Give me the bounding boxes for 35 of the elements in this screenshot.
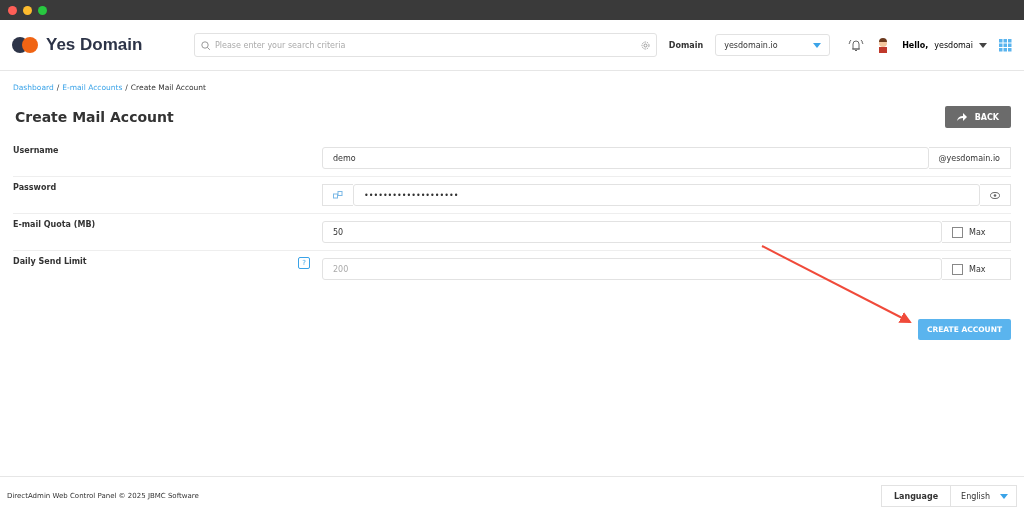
field-label: Username	[13, 146, 59, 155]
language-label: Language	[880, 485, 952, 507]
close-button[interactable]	[8, 5, 17, 15]
domain-label: Domain	[668, 40, 704, 50]
maximize-button[interactable]	[38, 5, 47, 15]
search-icon	[201, 40, 210, 50]
logo-icon	[12, 37, 38, 53]
apps-grid-icon[interactable]	[999, 38, 1012, 52]
brand-name: Yes Domain	[46, 35, 143, 55]
bell-icon[interactable]	[848, 38, 865, 52]
eye-icon	[990, 191, 1000, 199]
key-icon	[333, 191, 343, 199]
domain-select[interactable]: yesdomain.io	[715, 34, 831, 56]
field-label: E-mail Quota (MB)	[13, 220, 96, 229]
input-field[interactable]: 200	[322, 258, 942, 280]
user-menu[interactable]: Hello, yesdomai	[902, 40, 987, 50]
max-checkbox[interactable]: Max	[942, 258, 1011, 280]
language-select[interactable]: English	[951, 485, 1017, 507]
share-arrow-icon	[956, 113, 967, 121]
input-field[interactable]: ••••••••••••••••••••	[353, 184, 980, 206]
show-password-button[interactable]	[980, 184, 1011, 206]
caret-icon	[979, 42, 987, 48]
domain-suffix: @yesdomain.io	[928, 147, 1011, 169]
page-title: Create Mail Account	[15, 109, 174, 125]
generate-password-button[interactable]	[322, 184, 353, 206]
caret-icon	[813, 42, 822, 48]
input-field[interactable]: demo	[322, 147, 929, 169]
input-field[interactable]: 50	[322, 221, 942, 243]
minimize-button[interactable]	[23, 5, 32, 15]
back-button[interactable]: BACK	[944, 106, 1011, 128]
field-label: Password	[13, 183, 57, 192]
field-label: Daily Send Limit	[13, 257, 87, 266]
max-checkbox[interactable]: Max	[942, 221, 1011, 243]
settings-icon[interactable]	[640, 40, 650, 50]
caret-icon	[1000, 493, 1008, 499]
